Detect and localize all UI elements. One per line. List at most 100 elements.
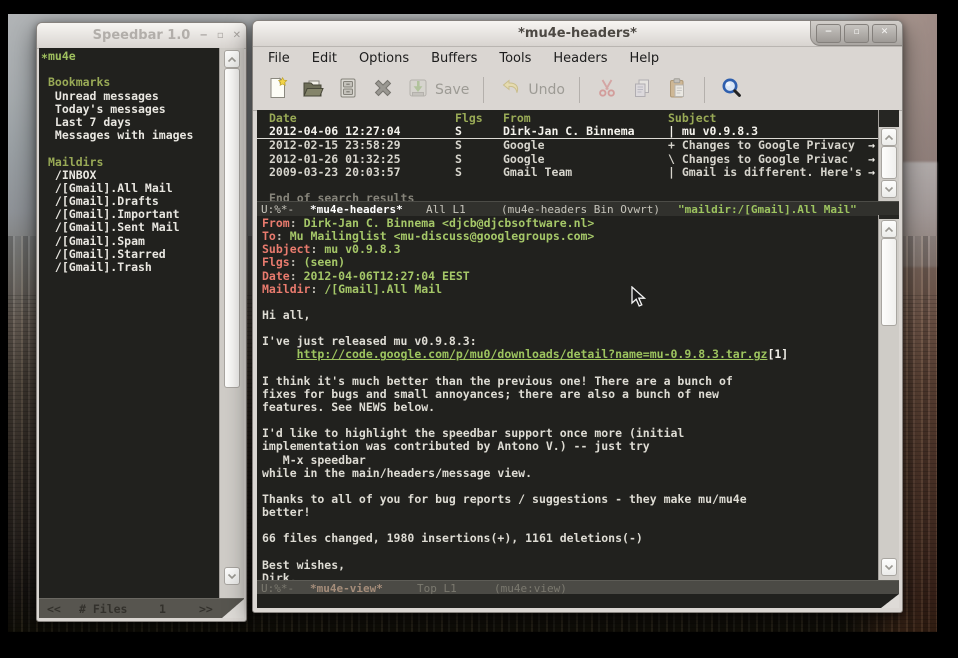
speedbar-frame-next[interactable]: >>: [199, 602, 213, 616]
undo-label: Undo: [528, 82, 565, 98]
header-flags: S: [455, 125, 503, 138]
speedbar-root-item[interactable]: mu4e: [48, 50, 218, 63]
maximize-icon[interactable]: ▫: [217, 31, 224, 41]
new-document-button[interactable]: [263, 75, 293, 105]
speedbar-buffer: * mu4eBookmarks Unread messages Today's …: [39, 48, 244, 599]
chevron-up-icon: [884, 134, 894, 141]
speedbar-titlebar[interactable]: Speedbar 1.0 − ▫ ✕: [37, 23, 246, 49]
paste-button[interactable]: [662, 75, 692, 105]
column-header-date: Date: [269, 112, 455, 125]
scroll-down-button[interactable]: [224, 567, 240, 585]
speedbar-item[interactable]: Messages with images: [48, 129, 218, 142]
cut-button[interactable]: [592, 75, 622, 105]
menu-bar: FileEditOptionsBuffersToolsHeadersHelp: [253, 47, 902, 70]
truncation-arrow-icon: →: [868, 166, 875, 179]
message-body-line: M-x speedbar: [262, 454, 879, 467]
speedbar-item[interactable]: /[Gmail].Trash: [48, 261, 218, 274]
blank-line: [48, 142, 218, 155]
menu-edit[interactable]: Edit: [301, 48, 348, 70]
minimize-icon[interactable]: −: [199, 31, 207, 41]
speedbar-item[interactable]: /INBOX: [48, 169, 218, 182]
toolbar-separator: [704, 77, 705, 103]
save-icon: [406, 76, 430, 104]
save-button[interactable]: [403, 75, 433, 105]
header-row[interactable]: 2012-01-26 01:32:25SGoogle\ Changes to G…: [257, 153, 879, 166]
open-folder-icon: [301, 76, 325, 104]
scrollbar-thumb[interactable]: [224, 68, 240, 388]
headers-scrollbar[interactable]: [878, 110, 899, 201]
open-folder-button[interactable]: [298, 75, 328, 105]
search-button[interactable]: [717, 75, 747, 105]
undo-button[interactable]: [496, 75, 526, 105]
speedbar-item[interactable]: Unread messages: [48, 90, 218, 103]
toolbar-separator: [483, 77, 484, 103]
message-body-line: Thanks to all of you for bug reports / s…: [262, 493, 879, 506]
save-label: Save: [435, 82, 469, 98]
header-from: Dirk-Jan C. Binnema: [503, 125, 668, 138]
speedbar-frame-prev[interactable]: <<: [47, 602, 61, 616]
header-flags: S: [455, 166, 503, 179]
close-buffer-button[interactable]: [368, 75, 398, 105]
emacs-titlebar[interactable]: *mu4e-headers* − ▫ ✕: [253, 21, 902, 47]
menu-help[interactable]: Help: [619, 48, 671, 70]
mu4e-view-modeline: U:%*- *mu4e-view* Top L1 (mu4e:view): [257, 580, 899, 595]
speedbar-display-mode[interactable]: # Files: [79, 602, 127, 616]
scrollbar-thumb[interactable]: [881, 146, 897, 179]
cut-icon: [595, 76, 619, 104]
file-cabinet-button[interactable]: [333, 75, 363, 105]
scroll-up-button[interactable]: [881, 220, 897, 238]
column-header-subject: Subject: [668, 112, 879, 125]
scrollbar-thumb[interactable]: [881, 238, 897, 326]
message-body-line: [262, 362, 879, 375]
menu-headers[interactable]: Headers: [542, 48, 618, 70]
echo-area[interactable]: [257, 594, 899, 608]
header-subject: | Gmail is different. Here's: [668, 166, 879, 179]
message-body-line: fixes for bugs and small annoyances; the…: [262, 388, 879, 401]
header-row[interactable]: 2012-04-06 12:27:04SDirk-Jan C. Binnema|…: [257, 125, 879, 139]
field-value: 2012-04-06T12:27:04 EEST: [304, 269, 470, 283]
close-icon[interactable]: ✕: [233, 31, 241, 41]
header-row[interactable]: 2012-02-15 23:58:29SGoogle+ Changes to G…: [257, 139, 879, 152]
speedbar-line-number: 1: [159, 602, 166, 616]
speedbar-item[interactable]: /[Gmail].Spam: [48, 235, 218, 248]
scroll-up-button[interactable]: [881, 128, 897, 146]
field-value: Dirk-Jan C. Binnema <djcb@djcbsoftware.n…: [304, 216, 595, 230]
mu4e-view-pane: From: Dirk-Jan C. Binnema <djcb@djcbsoft…: [257, 215, 879, 582]
resize-grip[interactable]: [222, 599, 244, 618]
field-label: From: [262, 216, 290, 230]
scroll-down-button[interactable]: [881, 558, 897, 576]
menu-file[interactable]: File: [257, 48, 301, 70]
speedbar-section-heading[interactable]: Maildirs: [48, 156, 218, 169]
speedbar-scrollbar[interactable]: [219, 48, 244, 599]
menu-options[interactable]: Options: [348, 48, 420, 70]
scrollbar-gap: [879, 110, 899, 127]
emacs-frame: Date Flgs From Subject 2012-04-06 12:27:…: [257, 110, 899, 608]
scroll-down-button[interactable]: [881, 180, 897, 198]
resize-grip[interactable]: [881, 594, 899, 608]
header-row[interactable]: 2009-03-23 20:03:57SGmail Team| Gmail is…: [257, 166, 879, 179]
menu-tools[interactable]: Tools: [488, 48, 542, 70]
view-scrollbar[interactable]: [878, 215, 899, 580]
menu-buffers[interactable]: Buffers: [420, 48, 488, 70]
speedbar-modeline: << # Files 1 >>: [39, 598, 244, 618]
speedbar-item[interactable]: Today's messages: [48, 103, 218, 116]
scroll-up-button[interactable]: [224, 50, 240, 68]
speedbar-section-heading[interactable]: Bookmarks: [48, 76, 218, 89]
copy-button[interactable]: [627, 75, 657, 105]
message-body-line: features. See NEWS below.: [262, 401, 879, 414]
header-flags: S: [455, 153, 503, 166]
minimize-icon[interactable]: −: [816, 24, 841, 43]
header-from: Google: [503, 139, 668, 152]
speedbar-item[interactable]: /[Gmail].Sent Mail: [48, 221, 218, 234]
undo-icon: [499, 76, 523, 104]
close-icon[interactable]: ✕: [872, 24, 897, 43]
emacs-window-buttons: − ▫ ✕: [810, 21, 902, 46]
maximize-icon[interactable]: ▫: [844, 24, 869, 43]
column-header-from: From: [503, 112, 668, 125]
chevron-up-icon: [227, 56, 237, 63]
toolbar-separator: [579, 77, 580, 103]
message-link[interactable]: http://code.google.com/p/mu0/downloads/d…: [297, 347, 768, 361]
truncation-arrow-icon: →: [868, 153, 875, 166]
scrollbar-gap: [879, 215, 899, 219]
message-header-field: Maildir: /[Gmail].All Mail: [262, 283, 879, 296]
